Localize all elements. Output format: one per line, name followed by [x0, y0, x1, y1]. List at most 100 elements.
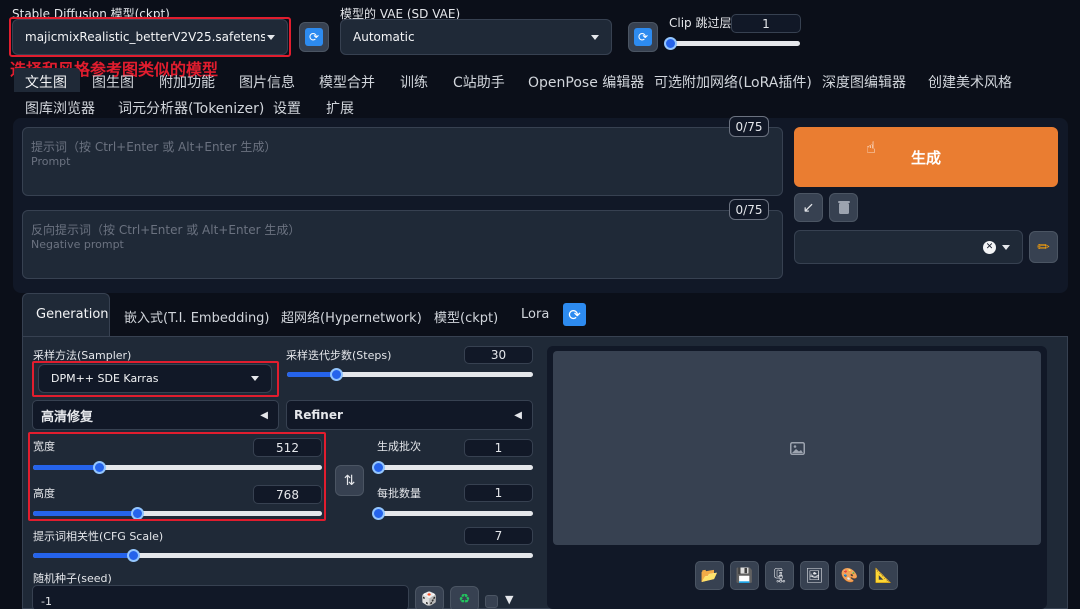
- collapse-icon: ◀: [514, 409, 522, 421]
- styles-dropdown[interactable]: ✕: [794, 230, 1023, 264]
- folder-icon: 📂: [700, 567, 719, 584]
- main-tab-row2-0[interactable]: 图库浏览器: [25, 98, 95, 118]
- slider-fill: [33, 553, 133, 558]
- main-tab-7[interactable]: OpenPose 编辑器: [528, 72, 644, 92]
- main-tab-2[interactable]: 附加功能: [159, 72, 215, 92]
- generate-button[interactable]: 生成: [794, 127, 1058, 187]
- send-to-img2img-button[interactable]: 🖼: [800, 561, 829, 590]
- clear-icon[interactable]: ✕: [983, 240, 996, 254]
- palette-icon: 🎨: [840, 567, 859, 584]
- main-tab-4[interactable]: 模型合并: [319, 72, 375, 92]
- main-tab-row2-2[interactable]: 设置: [273, 98, 301, 118]
- sampler-highlight-box: [32, 361, 279, 397]
- main-tab-row2-1[interactable]: 词元分析器(Tokenizer): [118, 98, 264, 118]
- read-params-button[interactable]: ↙: [794, 193, 823, 222]
- prompt-textarea[interactable]: 提示词（按 Ctrl+Enter 或 Alt+Enter 生成） Prompt: [22, 127, 783, 196]
- open-folder-button[interactable]: 📂: [695, 561, 724, 590]
- trash-icon: [837, 201, 850, 214]
- recycle-icon: ♻: [458, 591, 471, 607]
- triangle-ruler-icon: 📐: [874, 567, 893, 584]
- edit-styles-button[interactable]: ✏: [1029, 231, 1058, 263]
- output-image-placeholder: [553, 351, 1041, 545]
- slider-fill: [287, 372, 337, 377]
- negative-prompt-textarea[interactable]: 反向提示词（按 Ctrl+Enter 或 Alt+Enter 生成） Negat…: [22, 210, 783, 279]
- slider-thumb[interactable]: [664, 37, 677, 50]
- refiner-accordion[interactable]: Refiner ◀: [286, 400, 533, 430]
- size-highlight-box: [28, 432, 326, 521]
- extra-seed-checkbox[interactable]: [485, 595, 498, 608]
- slider-thumb[interactable]: [372, 461, 385, 474]
- main-tab-3[interactable]: 图片信息: [239, 72, 295, 92]
- save-button[interactable]: 💾: [730, 561, 759, 590]
- prompt-token-counter: 0/75: [729, 116, 769, 137]
- cursor-icon: ☝: [866, 138, 876, 157]
- main-tab-0[interactable]: 文生图: [25, 72, 67, 92]
- batch-count-input[interactable]: 1: [464, 439, 533, 457]
- cfg-input[interactable]: 7: [464, 527, 533, 545]
- clip-skip-label: Clip 跳过层: [669, 16, 732, 30]
- zip-icon: 🗜: [770, 567, 789, 584]
- seed-value: -1: [41, 595, 52, 608]
- prompt-placeholder: 提示词（按 Ctrl+Enter 或 Alt+Enter 生成）: [31, 140, 277, 154]
- clip-skip-slider[interactable]: [664, 37, 800, 50]
- steps-label: 采样迭代步数(Steps): [286, 349, 392, 362]
- refiner-label: Refiner: [294, 408, 343, 422]
- negative-prompt-placeholder: 反向提示词（按 Ctrl+Enter 或 Alt+Enter 生成）: [31, 223, 301, 237]
- dice-icon: 🎲: [421, 591, 438, 607]
- batch-count-label: 生成批次: [377, 440, 421, 453]
- subtab-2[interactable]: 超网络(Hypernetwork): [281, 307, 422, 326]
- batch-count-slider[interactable]: [372, 461, 533, 474]
- arrow-down-left-icon: ↙: [802, 199, 815, 216]
- hires-fix-accordion[interactable]: 高清修复 ◀: [32, 400, 279, 430]
- refresh-models-button[interactable]: ⟳: [299, 22, 329, 52]
- prompt-placeholder-en: Prompt: [31, 155, 71, 168]
- steps-slider[interactable]: [287, 368, 533, 381]
- picture-icon: 🖼: [805, 567, 824, 584]
- refresh-extra-networks-button[interactable]: ⟳: [563, 303, 586, 326]
- subtab-4[interactable]: Lora: [521, 307, 549, 322]
- seed-input[interactable]: -1: [32, 585, 409, 609]
- vae-value: Automatic: [353, 30, 415, 44]
- extra-seed-toggle-icon[interactable]: ▼: [505, 593, 513, 606]
- batch-size-label: 每批数量: [377, 487, 421, 500]
- pencil-icon: ✏: [1037, 238, 1050, 256]
- hires-fix-label: 高清修复: [41, 409, 94, 425]
- random-seed-button[interactable]: 🎲: [415, 586, 444, 609]
- batch-size-slider[interactable]: [372, 507, 533, 520]
- refresh-vae-button[interactable]: ⟳: [628, 22, 658, 52]
- negative-prompt-placeholder-en: Negative prompt: [31, 238, 124, 251]
- chevron-down-icon: [1002, 244, 1010, 250]
- collapse-icon: ◀: [260, 409, 268, 421]
- generate-label: 生成: [910, 148, 941, 167]
- steps-input[interactable]: 30: [464, 346, 533, 364]
- refresh-icon: ⟳: [305, 28, 323, 46]
- send-to-inpaint-button[interactable]: 🎨: [835, 561, 864, 590]
- main-tab-5[interactable]: 训练: [400, 72, 428, 92]
- negative-token-counter: 0/75: [729, 199, 769, 220]
- main-tab-8[interactable]: 可选附加网络(LoRA插件): [654, 72, 812, 92]
- slider-thumb[interactable]: [127, 549, 140, 562]
- refresh-icon: ⟳: [634, 28, 652, 46]
- vae-dropdown[interactable]: Automatic: [340, 19, 612, 55]
- send-to-extras-button[interactable]: 📐: [869, 561, 898, 590]
- subtab-0[interactable]: Generation: [36, 307, 109, 322]
- main-tab-1[interactable]: 图生图: [92, 72, 134, 92]
- reuse-seed-button[interactable]: ♻: [450, 586, 479, 609]
- image-icon: [789, 441, 805, 455]
- main-tab-10[interactable]: 创建美术风格: [928, 72, 1012, 92]
- batch-size-input[interactable]: 1: [464, 484, 533, 502]
- trash-button[interactable]: [829, 193, 858, 222]
- cfg-label: 提示词相关性(CFG Scale): [33, 530, 164, 543]
- main-tab-row2-3[interactable]: 扩展: [326, 98, 354, 118]
- save-icon: 💾: [735, 567, 754, 584]
- cfg-slider[interactable]: [33, 549, 533, 562]
- clip-skip-input[interactable]: 1: [731, 14, 801, 33]
- slider-thumb[interactable]: [372, 507, 385, 520]
- zip-button[interactable]: 🗜: [765, 561, 794, 590]
- main-tab-6[interactable]: C站助手: [453, 72, 505, 92]
- subtab-1[interactable]: 嵌入式(T.I. Embedding): [124, 307, 270, 326]
- subtab-3[interactable]: 模型(ckpt): [434, 307, 498, 326]
- refresh-icon: ⟳: [568, 305, 581, 324]
- swap-dimensions-button[interactable]: ⇅: [335, 465, 364, 496]
- main-tab-9[interactable]: 深度图编辑器: [822, 72, 906, 92]
